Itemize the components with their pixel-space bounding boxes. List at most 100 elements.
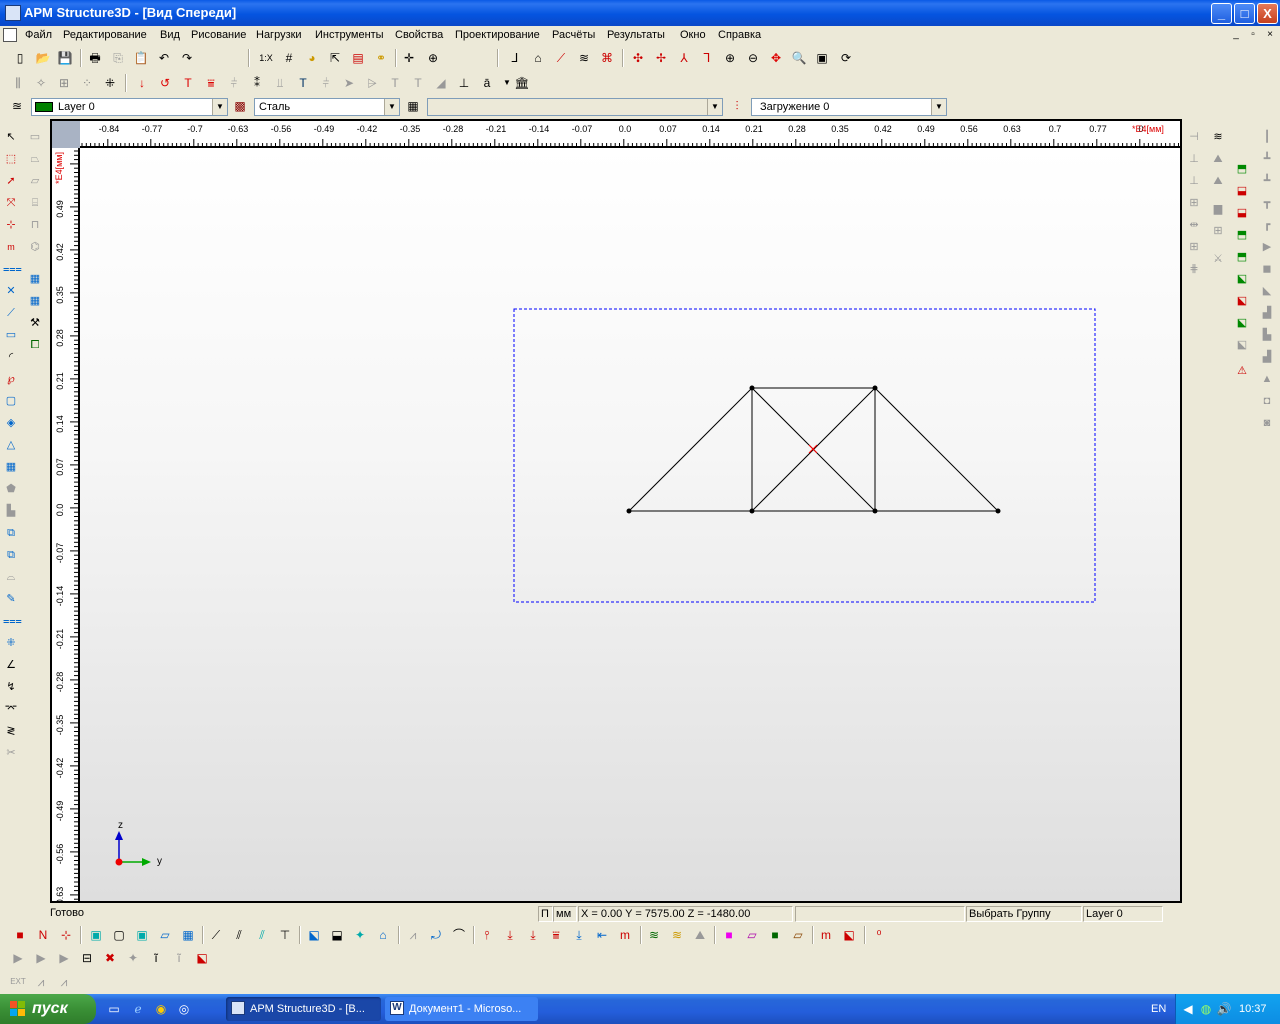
cone-icon[interactable]: ▲ [1259, 371, 1275, 387]
ie-icon[interactable]: ℯ [130, 1001, 146, 1017]
mass-display-icon[interactable]: m [617, 927, 633, 943]
mass-icon[interactable]: ⁑ [249, 75, 265, 91]
view-canvas[interactable]: -0.84 -0.77 -0.7 -0.63 -0.56 -0.49 -0.42 -0.35 -… [50, 119, 1182, 903]
select-rect-icon[interactable]: ⬚ [3, 151, 19, 167]
scissors-icon[interactable]: ✂ [3, 745, 19, 761]
arc-tool-icon[interactable]: ◜ [3, 349, 19, 365]
color-brown-icon[interactable]: ⏥ [790, 927, 806, 943]
plate-tool-icon[interactable]: ▢ [3, 393, 19, 409]
seismic-icon[interactable]: ⩥ [364, 75, 380, 91]
info-gray-icon[interactable]: ĩ [171, 950, 187, 966]
redo-icon[interactable]: ↷ [179, 50, 195, 66]
solid-section-icon[interactable]: ⌂ [375, 927, 391, 943]
layer-select[interactable]: Layer 0 ▼ [31, 98, 228, 116]
moment-display-icon[interactable]: ⤓ [525, 927, 541, 943]
join-icon[interactable]: ⁜ [3, 635, 19, 651]
foundation-icon[interactable]: ⌬ [27, 239, 43, 255]
undo-icon[interactable]: ↶ [156, 50, 172, 66]
line-load-icon[interactable]: ⫩ [226, 75, 242, 91]
shell-tool-icon[interactable]: ◈ [3, 415, 19, 431]
divide-icon[interactable]: ✎ [3, 591, 19, 607]
cube-green-icon[interactable]: ⬕ [1234, 271, 1250, 287]
menu-design[interactable]: Проектирование [455, 29, 540, 41]
terrain-icon[interactable]: ⛰ [1210, 173, 1226, 189]
joint-icon[interactable]: ◙ [1259, 415, 1275, 431]
orbit-icon[interactable]: ⟳ [838, 50, 854, 66]
offset-icon[interactable]: ⊥ [1186, 173, 1202, 189]
menu-loads[interactable]: Нагрузки [256, 29, 302, 41]
plate-mesh-icon[interactable]: ▦ [180, 927, 196, 943]
box-red-icon[interactable]: ⬓ [1234, 183, 1250, 199]
mass-point-icon[interactable]: m [818, 927, 834, 943]
combination-dropdown-icon[interactable]: ▼ [499, 75, 515, 91]
pressure-icon[interactable]: ⫫ [272, 75, 288, 91]
zoom-out-icon[interactable]: ⊖ [745, 50, 761, 66]
roller-support-icon[interactable]: ┻ [1259, 173, 1275, 189]
solid-icon[interactable]: ⬟ [3, 481, 19, 497]
palette-icon[interactable]: ◕ [304, 50, 320, 66]
select-node-icon[interactable]: ➚ [3, 173, 19, 189]
delete-icon[interactable]: ✖ [102, 950, 118, 966]
node-display-icon[interactable]: ■ [12, 927, 28, 943]
zero-line-icon[interactable]: ⁰ [871, 927, 887, 943]
building-icon[interactable]: 🏛 [514, 75, 530, 91]
crosshair-icon[interactable]: ✛ [401, 50, 417, 66]
link-icon[interactable]: ⚭ [373, 50, 389, 66]
add-plate-icon[interactable]: ⊞ [1210, 223, 1226, 239]
slider-support-icon[interactable]: ┳ [1259, 195, 1275, 211]
window-frame-icon[interactable]: ⧠ [27, 337, 43, 353]
menu-file[interactable]: Файл [25, 29, 52, 41]
save-icon[interactable]: 💾 [57, 50, 73, 66]
chevron-down-icon[interactable]: ▼ [931, 99, 946, 115]
beam-icon[interactable]: ⟋ [553, 50, 569, 66]
rotate-display-icon[interactable]: ⤾ [428, 927, 444, 943]
scale-down-icon[interactable]: ⩘ [56, 974, 72, 990]
node-icon[interactable]: ⌘ [599, 50, 615, 66]
add-block-icon[interactable]: ▆ [1210, 201, 1226, 217]
dynamic-icon[interactable]: T [387, 75, 403, 91]
moment-icon[interactable]: ↺ [157, 75, 173, 91]
media-player-icon[interactable]: ◉ [153, 1001, 169, 1017]
layers-stack-icon[interactable]: ≋ [1210, 129, 1226, 145]
triangle-plate-icon[interactable]: △ [3, 437, 19, 453]
support-icon[interactable]: ⫼ [10, 75, 26, 91]
rod-double-icon[interactable]: ⫽ [231, 927, 247, 943]
block-icon[interactable]: ◼ [1259, 261, 1275, 277]
zoom-icon[interactable]: 🔍 [791, 50, 807, 66]
box-outline-icon[interactable]: ⬓ [1234, 205, 1250, 221]
quicklaunch-icon[interactable]: ◎ [176, 1001, 192, 1017]
tray-network-icon[interactable]: ◍ [1198, 1001, 1214, 1017]
column-icon[interactable]: ⊓ [27, 217, 43, 233]
temperature-icon[interactable]: T [180, 75, 196, 91]
language-indicator[interactable]: EN [1151, 1003, 1166, 1015]
menu-tools[interactable]: Инструменты [315, 29, 384, 41]
grid-icon[interactable]: # [281, 50, 297, 66]
node-numbers-icon[interactable]: N [35, 927, 51, 943]
zoom-extents-icon[interactable]: ▣ [814, 50, 830, 66]
section-props-icon[interactable]: ▦ [405, 98, 421, 114]
pressure-display-icon[interactable]: ⤓ [571, 927, 587, 943]
section-load-icon[interactable]: T [295, 75, 311, 91]
rod-color-icon[interactable]: ⫽ [254, 927, 270, 943]
spacing-icon[interactable]: ⇹ [1186, 217, 1202, 233]
scale-button[interactable]: 1:X [258, 50, 274, 66]
rod-display-icon[interactable]: ⟋ [208, 927, 224, 943]
color-plane-icon[interactable]: ⏥ [744, 927, 760, 943]
force-display-icon[interactable]: ⤓ [502, 927, 518, 943]
mdi-close-icon[interactable]: × [1262, 28, 1278, 42]
scale-up-icon[interactable]: ⩘ [33, 974, 49, 990]
sweep-icon[interactable]: ⌓ [3, 569, 19, 585]
grid-mesh-icon[interactable]: ▦ [27, 271, 43, 287]
beam-end-icon[interactable]: ▶ [10, 950, 26, 966]
wind-icon[interactable]: ⫩ [318, 75, 334, 91]
document-icon[interactable] [3, 28, 17, 42]
split-icon[interactable]: ⩶ [3, 613, 22, 629]
move-icon[interactable]: ✣ [630, 50, 646, 66]
hide-layer-icon[interactable]: ⛰ [692, 927, 708, 943]
rect-icon[interactable]: ▭ [27, 129, 43, 145]
load-case-icon[interactable]: ⫶ [729, 98, 745, 114]
wall-icon[interactable]: ⌸ [27, 195, 43, 211]
surface-load-icon[interactable]: ◢ [433, 75, 449, 91]
box-green-3-icon[interactable]: ⬒ [1234, 249, 1250, 265]
trim-icon[interactable]: ⌤ [3, 701, 19, 717]
